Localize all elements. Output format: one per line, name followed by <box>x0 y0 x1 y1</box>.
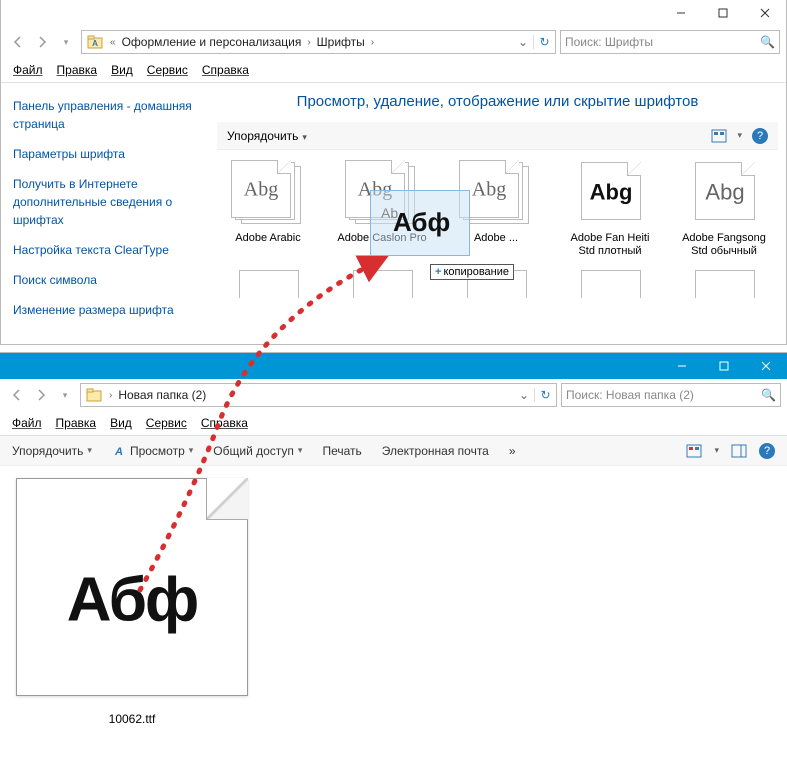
sidebar-link-online-fonts[interactable]: Получить в Интернете дополнительные свед… <box>13 175 197 229</box>
menu-edit[interactable]: Правка <box>56 416 97 430</box>
page-heading: Просмотр, удаление, отображение или скры… <box>217 93 778 110</box>
font-preview-icon: A <box>112 444 126 458</box>
history-button[interactable]: ▾ <box>55 31 77 53</box>
address-dropdown[interactable]: ⌄ <box>513 35 533 49</box>
history-button[interactable]: ▾ <box>54 384 76 406</box>
forward-button[interactable] <box>31 31 53 53</box>
help-button[interactable]: ? <box>752 128 768 144</box>
menu-file[interactable]: Файл <box>13 63 43 77</box>
address-bar[interactable]: A « Оформление и персонализация › Шрифты… <box>81 30 556 54</box>
breadcrumb-1[interactable]: Оформление и персонализация <box>118 35 306 49</box>
search-icon: 🔍 <box>760 35 775 49</box>
back-button[interactable] <box>6 384 28 406</box>
preview-pane-button[interactable] <box>731 444 747 458</box>
font-label: Adobe ... <box>451 232 541 245</box>
svg-text:A: A <box>114 446 123 458</box>
help-button[interactable]: ? <box>759 443 775 459</box>
print-button[interactable]: Печать <box>322 444 361 458</box>
font-item[interactable]: Abg Adobe Fangsong Std обычный <box>679 160 769 258</box>
sidebar-link-font-size[interactable]: Изменение размера шрифта <box>13 301 197 319</box>
file-name: 10062.ttf <box>12 712 252 726</box>
font-item[interactable]: Abg Adobe ... <box>451 160 541 258</box>
chevron-right-icon: › <box>369 37 376 48</box>
file-area[interactable]: Абф 10062.ttf <box>0 466 787 738</box>
menu-bar: Файл Правка Вид Сервис Справка <box>0 411 787 435</box>
sidebar-link-home[interactable]: Панель управления - домашняя страница <box>13 97 197 133</box>
file-item[interactable]: Абф 10062.ttf <box>12 478 252 726</box>
address-row: ▾ › Новая папка (2) ⌄ ↻ Поиск: Новая пап… <box>0 379 787 411</box>
menu-help[interactable]: Справка <box>202 63 249 77</box>
font-sample: Абф <box>67 564 198 635</box>
font-label: Adobe Fan Heiti Std плотный <box>565 232 655 258</box>
minimize-button[interactable] <box>660 0 702 26</box>
content-toolbar: Упорядочить▾ ▾ ? <box>217 122 778 150</box>
font-item[interactable]: Abg Adobe Caslon Pro <box>337 160 427 258</box>
forward-button[interactable] <box>30 384 52 406</box>
fonts-folder-icon: A <box>86 33 104 51</box>
maximize-button[interactable] <box>703 353 745 379</box>
folder-window: ▾ › Новая папка (2) ⌄ ↻ Поиск: Новая пап… <box>0 352 787 769</box>
preview-button[interactable]: A Просмотр▾ <box>112 444 193 458</box>
menu-help[interactable]: Справка <box>201 416 248 430</box>
font-grid: Abg Adobe Arabic Abg Adobe Caslon Pro Ab… <box>217 150 778 268</box>
close-button[interactable] <box>744 0 786 26</box>
search-placeholder: Поиск: Новая папка (2) <box>566 388 694 402</box>
font-item[interactable]: Abg Adobe Arabic <box>223 160 313 258</box>
sidebar: Панель управления - домашняя страница Па… <box>1 83 209 344</box>
breadcrumb-sep: « <box>108 37 118 48</box>
menu-view[interactable]: Вид <box>111 63 133 77</box>
view-button[interactable] <box>686 444 702 458</box>
search-input[interactable]: Поиск: Шрифты 🔍 <box>560 30 780 54</box>
menu-edit[interactable]: Правка <box>57 63 98 77</box>
sidebar-link-font-settings[interactable]: Параметры шрифта <box>13 145 197 163</box>
view-dropdown[interactable]: ▾ <box>714 445 719 456</box>
page-fold-icon <box>206 478 248 520</box>
view-dropdown[interactable]: ▾ <box>737 130 742 141</box>
address-dropdown[interactable]: ⌄ <box>514 388 534 402</box>
breadcrumb-1[interactable]: Новая папка (2) <box>114 388 210 402</box>
menu-tools[interactable]: Сервис <box>147 63 188 77</box>
search-input[interactable]: Поиск: Новая папка (2) 🔍 <box>561 383 781 407</box>
menu-file[interactable]: Файл <box>12 416 42 430</box>
search-icon: 🔍 <box>761 388 776 402</box>
font-item[interactable]: Abg Adobe Fan Heiti Std плотный <box>565 160 655 258</box>
folder-icon <box>85 386 103 404</box>
search-placeholder: Поиск: Шрифты <box>565 35 653 49</box>
font-label: Adobe Caslon Pro <box>337 232 427 245</box>
close-button[interactable] <box>745 353 787 379</box>
back-button[interactable] <box>7 31 29 53</box>
fonts-window: ▾ A « Оформление и персонализация › Шриф… <box>0 0 787 345</box>
menu-tools[interactable]: Сервис <box>146 416 187 430</box>
menu-view[interactable]: Вид <box>110 416 132 430</box>
share-button[interactable]: Общий доступ▾ <box>213 444 302 458</box>
drag-tooltip: копирование <box>430 264 514 280</box>
menu-bar: Файл Правка Вид Сервис Справка <box>1 58 786 82</box>
organize-button[interactable]: Упорядочить▾ <box>12 444 92 458</box>
refresh-button[interactable]: ↻ <box>534 388 556 402</box>
font-label: Adobe Arabic <box>223 232 313 245</box>
chevron-right-icon: › <box>107 390 114 401</box>
view-button[interactable] <box>711 129 727 143</box>
sidebar-link-charmap[interactable]: Поиск символа <box>13 271 197 289</box>
command-bar: Упорядочить▾ A Просмотр▾ Общий доступ▾ П… <box>0 436 787 466</box>
refresh-button[interactable]: ↻ <box>533 35 555 49</box>
maximize-button[interactable] <box>702 0 744 26</box>
breadcrumb-2[interactable]: Шрифты <box>313 35 369 49</box>
titlebar <box>0 353 787 379</box>
sidebar-link-cleartype[interactable]: Настройка текста ClearType <box>13 241 197 259</box>
address-bar[interactable]: › Новая папка (2) ⌄ ↻ <box>80 383 557 407</box>
more-button[interactable]: » <box>509 444 516 458</box>
svg-text:A: A <box>92 39 98 48</box>
minimize-button[interactable] <box>661 353 703 379</box>
font-label: Adobe Fangsong Std обычный <box>679 232 769 258</box>
email-button[interactable]: Электронная почта <box>382 444 489 458</box>
address-row: ▾ A « Оформление и персонализация › Шриф… <box>1 26 786 58</box>
titlebar <box>1 0 786 26</box>
organize-button[interactable]: Упорядочить▾ <box>227 129 307 143</box>
chevron-right-icon: › <box>305 37 312 48</box>
content-area: Просмотр, удаление, отображение или скры… <box>209 83 786 344</box>
